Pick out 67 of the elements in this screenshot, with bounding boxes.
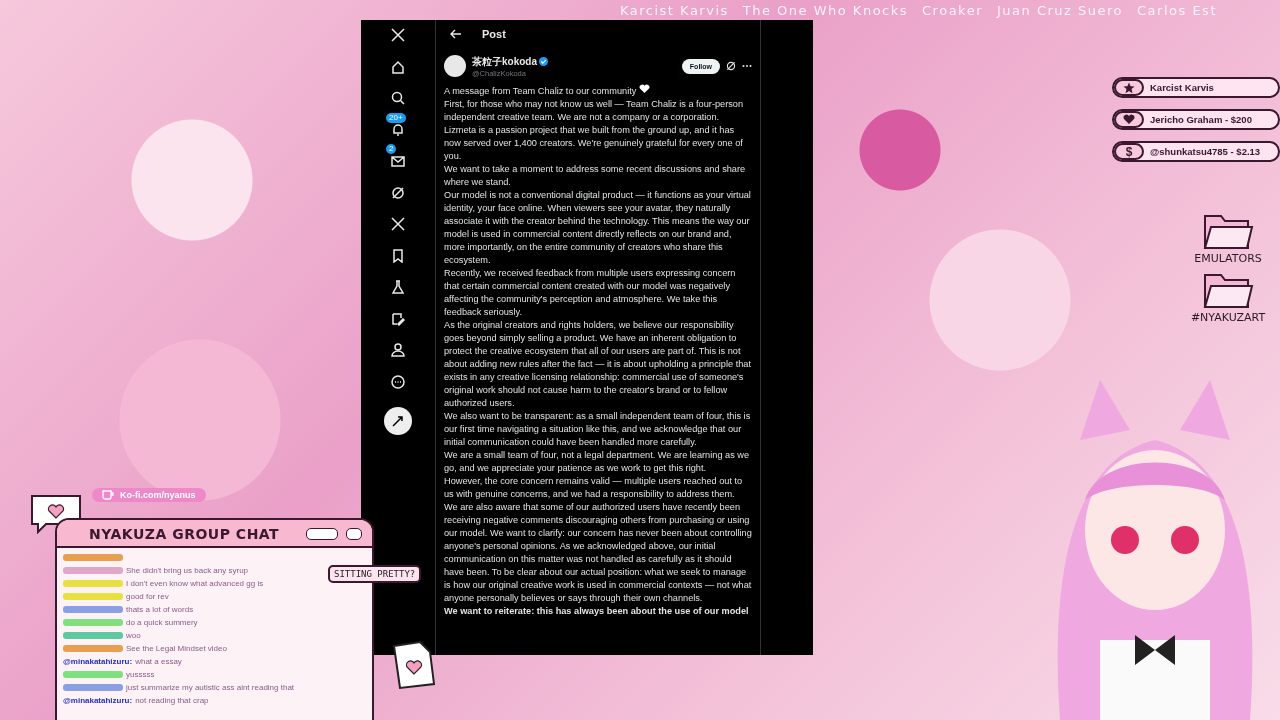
post-paragraph: We are also aware that some of our authorized users have recently been receiving negative comments discouraging others from purchasing or using our model. We want to clarify: our concern has never been about controlling anyone's personal opinions. As we acknowledged above, our initial communication on this matter was not handled as carefully as it should have been. To be clear about our actual position: what we seek to manage is how our original creative work is used in commercial contexts — not what anyone personally believes or says through their own channels. xyxy=(444,501,752,605)
bookmark-icon[interactable] xyxy=(391,248,405,263)
speech-bubble: SITTING PRETTY? xyxy=(328,565,422,583)
post-paragraph: We are a small team of four, not a legal department. We are learning as we go, and we appreciate your patience as we work to get this right. xyxy=(444,449,751,475)
chat-message: See the Legal Mindset video xyxy=(126,644,227,654)
chat-message: woo xyxy=(126,631,141,641)
donor-text: @shunkatsu4785 - $2.13 xyxy=(1150,146,1261,157)
ticker-name: Carlos Est xyxy=(1137,3,1217,18)
chat-message: She didn't bring us back any syrup xyxy=(126,566,249,576)
more-icon[interactable] xyxy=(742,64,752,68)
window-control-icon xyxy=(346,528,362,540)
person-icon[interactable] xyxy=(391,343,405,357)
chat-message: just summarize my autistic ass aint reading that xyxy=(126,683,295,693)
donor-text: Karcist Karvis xyxy=(1150,82,1214,93)
folder-icon[interactable] xyxy=(1202,271,1254,311)
page-title: Post xyxy=(482,28,506,40)
mail-icon[interactable] xyxy=(391,154,405,168)
author-name[interactable]: 茶粒子kokoda xyxy=(472,54,537,69)
chat-message: yusssss xyxy=(126,670,155,680)
ticker-name: Croaker xyxy=(922,3,983,18)
more-icon[interactable] xyxy=(391,374,405,389)
notification-badge: 2 xyxy=(386,144,397,154)
window-control-icon xyxy=(306,528,338,540)
folder-label[interactable]: EMULATORS xyxy=(1194,252,1262,265)
kofi-text: Ko-fi.com/nyanus xyxy=(120,490,196,500)
chat-title: NYAKUZA GROUP CHAT xyxy=(89,526,281,542)
cup-icon xyxy=(102,490,114,500)
chat-message: thats a lot of words xyxy=(126,605,194,615)
ticker-name: Karcist Karvis xyxy=(620,3,729,18)
post-paragraph: A message from Team Chaliz to our community xyxy=(444,84,752,98)
avatar[interactable] xyxy=(444,55,466,77)
verified-icon xyxy=(539,57,548,66)
chat-message: not reading that crap xyxy=(135,696,209,706)
chat-username: @minakatahizuru: xyxy=(63,657,133,667)
x-icon[interactable] xyxy=(391,28,405,42)
post-paragraph: We want to reiterate: this has always been about the use of our model xyxy=(444,605,750,618)
heart-icon xyxy=(638,84,650,94)
ticker-name: The One Who Knocks xyxy=(742,3,909,18)
back-arrow-icon[interactable] xyxy=(450,29,462,39)
x-icon[interactable] xyxy=(391,217,405,231)
flask-icon[interactable] xyxy=(391,280,405,294)
folder-icon[interactable] xyxy=(1202,212,1254,252)
ticker-name: Juan Cruz Suero xyxy=(997,3,1124,18)
post-paragraph: Our model is not a conventional digital product — it functions as your virtual identity, your face online. When viewers see your avatar, they naturally associate it with the creator behind the technology. This means the way our model is used in commercial content directly reflects on our brand and, more importantly, on the entire community of creators who share this ecosystem. xyxy=(444,189,752,267)
slash-icon[interactable] xyxy=(391,185,405,200)
edit-icon[interactable] xyxy=(391,311,405,326)
home-icon[interactable] xyxy=(391,59,405,74)
post-paragraph: Recently, we received feedback from multiple users expressing concern that certain commercial content created with our model was negatively affecting the community's perception and atmosphere. We take this feedback seriously. xyxy=(444,267,737,319)
post-paragraph: We also want to be transparent: as a small independent team of four, this is our first time navigating a situation like this, and we acknowledge that our initial communication could have been handled more carefully. xyxy=(444,410,752,449)
search-icon[interactable] xyxy=(391,91,405,105)
post-paragraph: First, for those who may not know us well — Team Chaliz is a four-person independent creative team. We are not a company or a corporation. Lizmeta is a passion project that we built from the ground up, and it has now served over 1,400 creators. We're genuinely grateful for every one of you. xyxy=(444,98,745,163)
donor-text: Jericho Graham - $200 xyxy=(1150,114,1252,125)
chat-username: @minakatahizuru: xyxy=(63,696,133,706)
chat-message: do a quick summery xyxy=(126,618,198,628)
post-paragraph: We want to take a moment to address some recent discussions and share where we stand. xyxy=(444,163,747,189)
compose-icon xyxy=(390,413,406,429)
dollar-sign: $ xyxy=(1125,144,1133,159)
post-paragraph: As the original creators and rights holders, we believe our responsibility goes beyond simply selling a product. We have an inherent obligation to protect the creative ecosystem that all of our users are part of. This is not about adding new rules after the fact — it is about upholding a principle that exists in any creative licensing relationship: commercial use of someone's original work should not cause harm to the creator's brand or to fellow authorized users. xyxy=(444,319,752,410)
chat-message: I don't even know what advanced gg is xyxy=(126,579,264,589)
post-paragraph: However, the core concern remains valid — multiple users reached out to us with genuine concerns, and we had a responsibility to address them. xyxy=(444,475,744,501)
chat-message: what a essay xyxy=(135,657,182,667)
bell-icon[interactable] xyxy=(391,122,405,137)
folder-label[interactable]: #NYAKUZART xyxy=(1190,311,1266,324)
compose-button[interactable] xyxy=(384,407,412,435)
heart-icon xyxy=(1123,114,1135,125)
chat-message: good for rev xyxy=(126,592,169,602)
notification-badge: 20+ xyxy=(386,112,406,123)
